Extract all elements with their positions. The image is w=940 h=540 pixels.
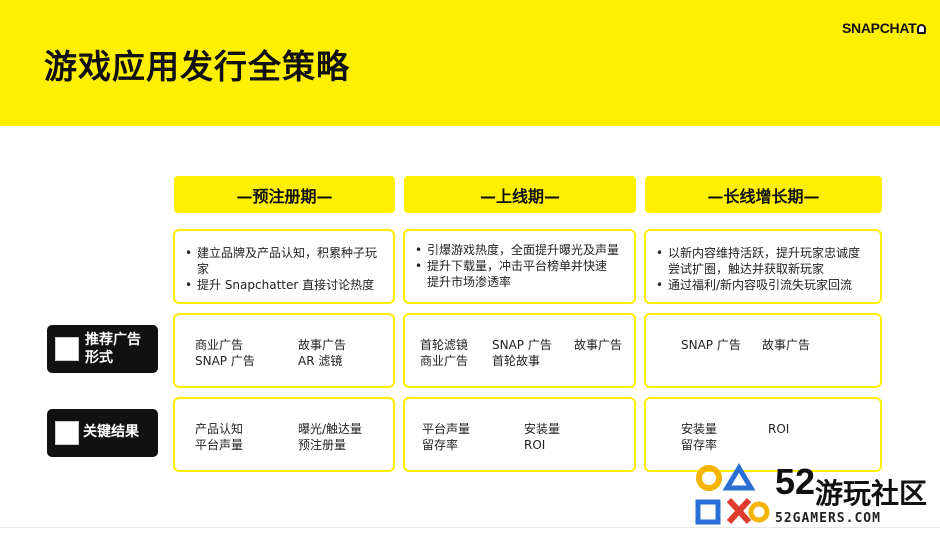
phase-longterm: —长线增长期— (645, 176, 882, 213)
list-item: 提升下载量，冲击平台榜单并快速提升市场渗透率 (415, 258, 613, 290)
kpi: 产品认知 (195, 422, 244, 436)
ad-format: 故事广告 (762, 338, 811, 352)
ads-cell-launch: 首轮滤镜 SNAP 广告 故事广告 商业广告 首轮故事 (403, 313, 636, 388)
results-cell-preregister: 产品认知 曝光/触达量 平台声量 预注册量 (173, 397, 395, 472)
ad-format: 商业广告 (420, 354, 469, 368)
watermark-text: 游玩社区 (815, 477, 928, 510)
list-item: 建立品牌及产品认知，积累种子玩家 (185, 245, 387, 277)
goals-cell-longterm: 以新内容维持活跃，提升玩家忠诚度尝试扩圈，触达并获取新玩家 通过福利/新内容吸引… (644, 229, 882, 304)
phase-launch: —上线期— (404, 176, 636, 213)
watermark-url: 52GAMERS.COM (775, 511, 881, 526)
checkbox-icon (55, 337, 79, 361)
goals-list: 引爆游戏热度，全面提升曝光及声量 提升下载量，冲击平台榜单并快速提升市场渗透率 (415, 242, 628, 290)
results-cell-launch: 平台声量 安装量 留存率 ROI (403, 397, 636, 472)
slide-title: 游戏应用发行全策略 (44, 47, 350, 86)
ad-format: 首轮滤镜 (420, 338, 469, 352)
goals-cell-launch: 引爆游戏热度，全面提升曝光及声量 提升下载量，冲击平台榜单并快速提升市场渗透率 (403, 229, 636, 304)
ad-format: SNAP 广告 (195, 354, 255, 368)
ad-format: 故事广告 (574, 338, 623, 352)
kpi: ROI (768, 422, 790, 436)
kpi: 平台声量 (195, 438, 244, 452)
goals-cell-preregister: 建立品牌及产品认知，积累种子玩家 提升 Snapchatter 直接讨论热度 (173, 229, 395, 304)
ads-cell-preregister: 商业广告 故事广告 SNAP 广告 AR 滤镜 (173, 313, 395, 388)
kpi: 安装量 (524, 422, 561, 436)
ad-format: SNAP 广告 (681, 338, 741, 352)
ad-format: 首轮故事 (492, 354, 541, 368)
row-label-text: 关键结果 (83, 424, 139, 440)
slide: 游戏应用发行全策略 SNAPCHAT —预注册期— —上线期— —长线增长期— … (0, 0, 940, 540)
kpi: 安装量 (681, 422, 718, 436)
goals-list: 以新内容维持活跃，提升玩家忠诚度尝试扩圈，触达并获取新玩家 通过福利/新内容吸引… (656, 245, 874, 293)
ad-format: SNAP 广告 (492, 338, 552, 352)
ad-format: AR 滤镜 (298, 354, 343, 368)
gamepad-symbols-icon (695, 463, 770, 525)
row-label-results: 关键结果 (47, 409, 158, 457)
ads-cell-longterm: SNAP 广告 故事广告 (644, 313, 882, 388)
ad-format: 故事广告 (298, 338, 347, 352)
brand-name: SNAPCHAT (842, 20, 917, 36)
goals-list: 建立品牌及产品认知，积累种子玩家 提升 Snapchatter 直接讨论热度 (185, 245, 387, 293)
watermark-number: 52 (775, 461, 816, 502)
ad-format: 商业广告 (195, 338, 244, 352)
list-item: 引爆游戏热度，全面提升曝光及声量 (415, 242, 628, 258)
kpi: 留存率 (681, 438, 718, 452)
kpi: ROI (524, 438, 546, 452)
watermark: 52 游玩社区 52GAMERS.COM (693, 458, 939, 534)
list-item: 以新内容维持活跃，提升玩家忠诚度尝试扩圈，触达并获取新玩家 (656, 245, 862, 277)
kpi: 曝光/触达量 (298, 422, 363, 436)
row-label-line2: 形式 (85, 350, 113, 366)
kpi: 预注册量 (298, 438, 347, 452)
brand-logo: SNAPCHAT (842, 20, 927, 36)
list-item: 提升 Snapchatter 直接讨论热度 (185, 277, 387, 293)
row-label-ads: 推荐广告 形式 (47, 325, 158, 373)
ghost-icon (917, 24, 927, 34)
kpi: 留存率 (422, 438, 459, 452)
list-item: 通过福利/新内容吸引流失玩家回流 (656, 277, 874, 293)
phase-preregister: —预注册期— (174, 176, 395, 213)
kpi: 平台声量 (422, 422, 471, 436)
checkbox-icon (55, 421, 79, 445)
row-label-line1: 推荐广告 (85, 332, 141, 348)
